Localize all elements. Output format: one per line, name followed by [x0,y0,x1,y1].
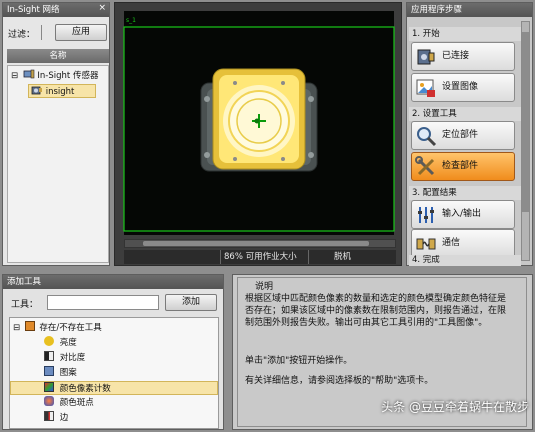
description-hint: 单击"添加"按钮开始操作。 [245,356,353,366]
description-text: 根据区域中匹配颜色像素的数量和选定的颜色模型确定颜色特征是否存在；如果该区域中的… [245,294,507,328]
communication-button[interactable]: 通信 [411,229,515,258]
tool-item-contrast[interactable]: 对比度 [44,351,85,365]
horizontal-scrollbar[interactable] [124,239,396,248]
status-bar: 86% 可用作业大小 脱机 [124,250,396,264]
brightness-icon [44,336,54,346]
locate-part-button[interactable]: 定位部件 [411,121,515,150]
section-start: 1. 开始 [409,27,521,41]
apply-button[interactable]: 应用 [55,24,107,41]
tool-item-color-blob[interactable]: 颜色斑点 [44,396,94,410]
tool-item-color-pixel-count[interactable]: 颜色像素计数 [10,381,218,395]
network-panel: In-Sight 网络 × 过滤： 应用 名称 ⊟ In-Sight 传感器 i… [2,2,110,266]
vertical-scrollbar[interactable] [521,21,530,261]
steps-panel-title: 应用程序步骤 [407,3,532,17]
network-panel-title: In-Sight 网络 [3,3,109,17]
tools-icon [415,156,435,176]
tool-category-label: 存在/不存在工具 [39,323,102,333]
tool-label: 工具： [11,300,39,310]
tool-item-label: 亮度 [59,338,77,348]
tree-item-label: In-Sight 传感器 [37,71,99,81]
io-icon [418,207,434,223]
tool-search-input[interactable] [47,295,159,310]
input-output-button[interactable]: 输入/输出 [411,200,515,229]
section-configure-results: 3. 配置结果 [409,186,521,200]
description-help: 有关详细信息，请参阅选择板的"帮助"选项卡。 [245,376,434,386]
color-pixel-icon [44,382,54,392]
tool-item-brightness[interactable]: 亮度 [44,336,77,350]
tool-item-label: 颜色斑点 [59,398,94,408]
contrast-icon [44,351,54,361]
add-button[interactable]: 添加 [165,294,217,311]
communication-icon [416,238,436,250]
network-tree: ⊟ In-Sight 传感器 insight [7,65,109,263]
add-tool-title: 添加工具 [3,275,223,289]
tool-list: ⊟ 存在/不存在工具 亮度 对比度 图案 颜色像素计数 颜色斑点 边 [9,317,219,429]
camera-icon [31,86,42,95]
color-blob-icon [44,396,54,406]
category-icon [24,321,35,331]
filter-label: 过滤： [8,30,36,40]
tree-item-insight[interactable]: insight [28,84,96,98]
tool-item-label: 颜色像素计数 [59,384,111,394]
tool-item-label: 边 [59,413,69,423]
zoom-status: 86% 可用作业大小 [224,252,297,262]
connected-button[interactable]: 已连接 [411,42,515,71]
collapse-icon[interactable]: ⊟ [13,321,22,335]
magnifier-icon [417,127,437,147]
tool-item-pattern[interactable]: 图案 [44,366,77,380]
description-header: 说明 [253,279,276,292]
camera-view: s_1 86% 可用作业大小 脱机 [114,2,402,266]
setup-image-button[interactable]: 设置图像 [411,73,515,102]
add-tool-panel: 添加工具 工具： 添加 ⊟ 存在/不存在工具 亮度 对比度 图案 颜色像素计数 … [2,274,224,430]
image-setup-icon [416,79,435,97]
tool-item-label: 图案 [59,368,77,378]
image-display[interactable]: s_1 [115,3,401,235]
collapse-icon[interactable]: ⊟ [11,69,20,83]
watermark: 头条 @豆豆牵着蜗牛在散步 [381,400,529,414]
close-icon[interactable]: × [98,3,106,13]
tree-item-label: insight [45,87,75,97]
tool-item-label: 对比度 [59,353,86,363]
filter-input[interactable] [41,25,47,40]
tool-category-presence[interactable]: ⊟ 存在/不存在工具 [13,321,102,335]
edge-icon [44,411,54,421]
tool-item-edge[interactable]: 边 [44,411,68,425]
scrollbar-thumb[interactable] [143,241,369,246]
online-status: 脱机 [334,252,352,262]
section-finish: 4. 完成 [409,255,521,266]
sensor-group-icon [23,69,35,79]
region-label: s_1 [126,17,136,24]
tree-item-sensors[interactable]: ⊟ In-Sight 传感器 [11,69,98,83]
inspect-part-button[interactable]: 检查部件 [411,152,515,181]
application-steps-panel: 应用程序步骤 1. 开始 已连接 设置图像 2. 设置工具 定位部件 检查部件 … [406,2,533,266]
section-setup-tools: 2. 设置工具 [409,107,521,121]
scrollbar-thumb[interactable] [522,32,529,212]
pattern-icon [44,366,54,376]
name-column-header[interactable]: 名称 [7,49,109,63]
connected-icon [417,49,435,65]
